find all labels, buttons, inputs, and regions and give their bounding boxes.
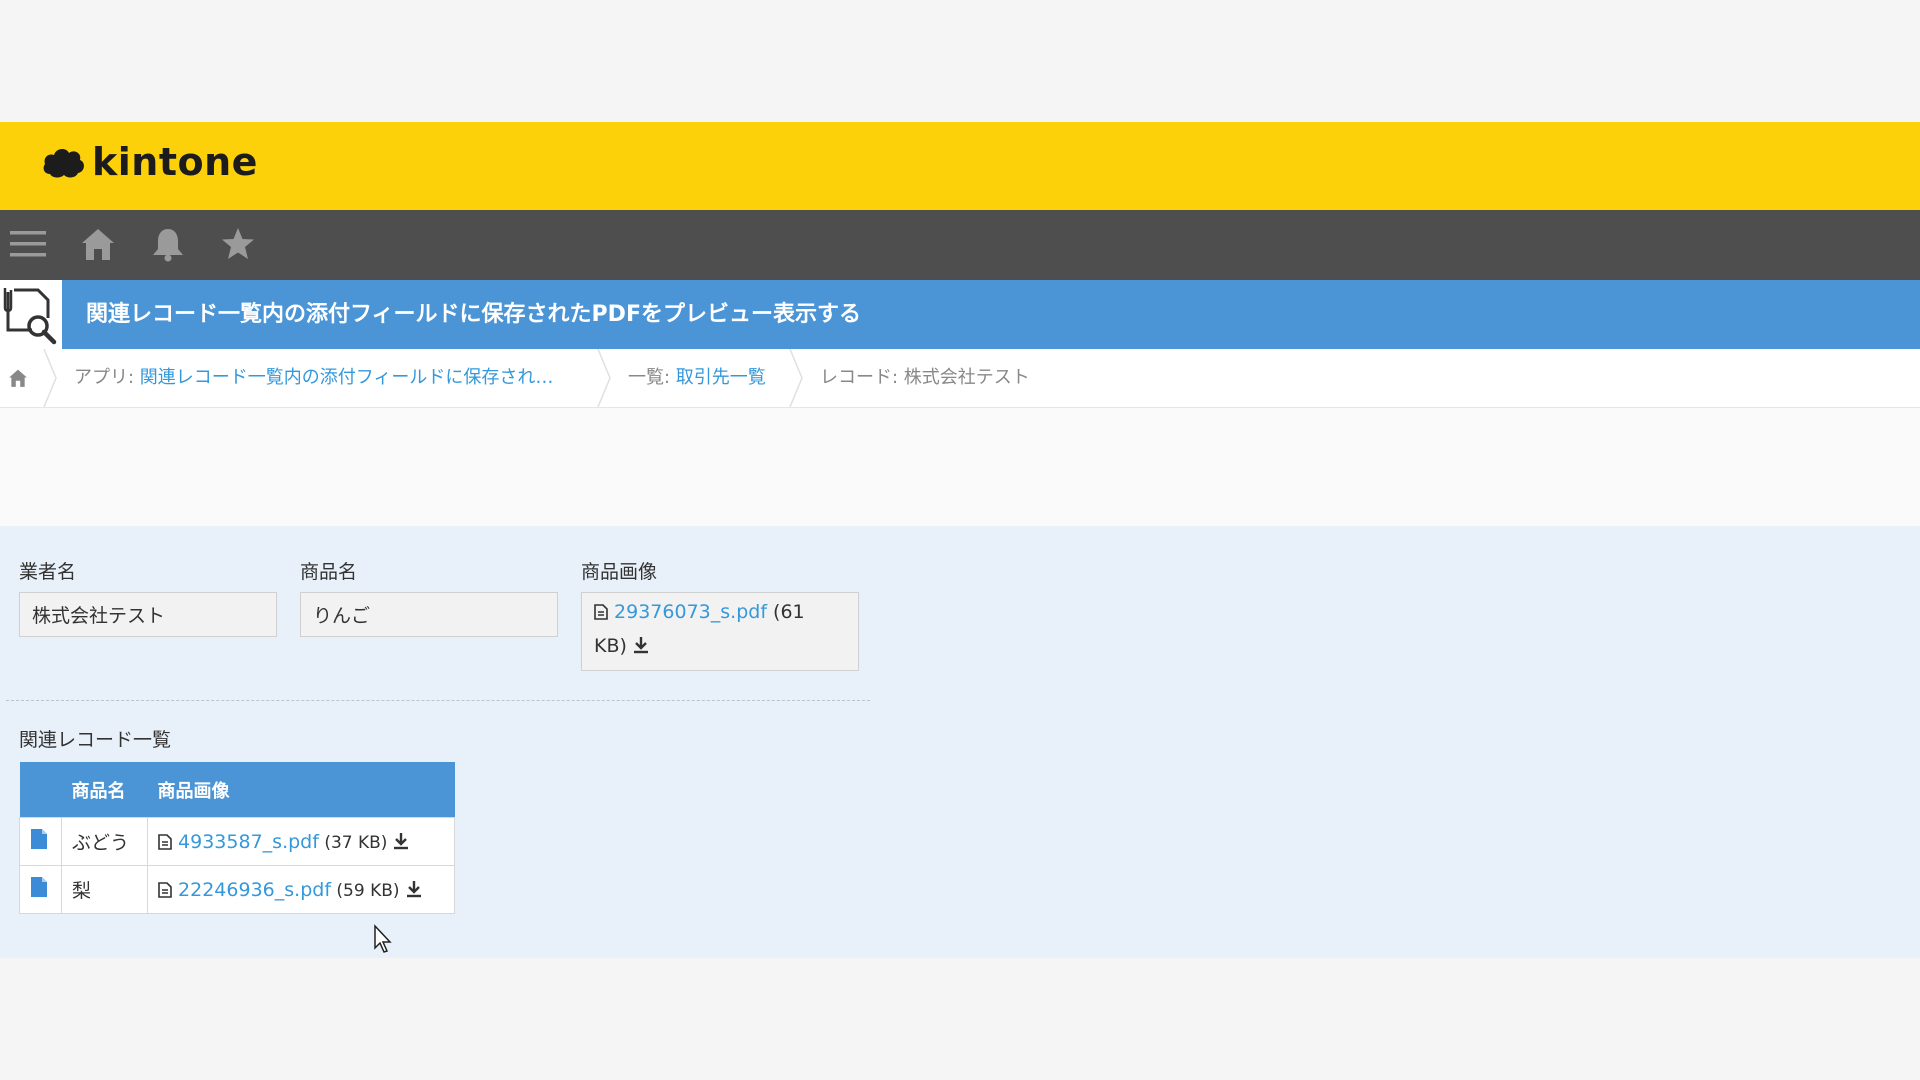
related-product-name: 梨 <box>61 865 148 914</box>
image-file-link[interactable]: 29376073_s.pdf <box>614 601 767 623</box>
page-footer-area <box>0 958 1920 1080</box>
kintone-logo[interactable]: kintone <box>42 140 258 184</box>
bell-icon[interactable] <box>146 222 190 266</box>
breadcrumb-home-icon[interactable] <box>8 349 28 407</box>
section-divider <box>6 700 870 701</box>
breadcrumb-separator-icon <box>597 349 611 407</box>
image-file-size-unit: KB) <box>594 635 627 657</box>
breadcrumb-app-link[interactable]: 関連レコード一覧内の添付フィールドに保存され… <box>140 367 554 388</box>
breadcrumb-separator-icon <box>43 349 57 407</box>
home-icon[interactable] <box>76 222 120 266</box>
image-field-label: 商品画像 <box>581 561 658 583</box>
file-icon <box>594 604 608 620</box>
breadcrumb-list-prefix: 一覧: <box>628 367 676 388</box>
related-file-link[interactable]: 4933587_s.pdf <box>178 831 319 853</box>
global-nav-bar <box>0 210 1920 280</box>
record-detail-link[interactable] <box>19 865 62 914</box>
download-icon[interactable] <box>406 880 422 898</box>
file-icon <box>158 881 172 898</box>
vendor-field-label: 業者名 <box>19 561 77 583</box>
related-col-product-header: 商品名 <box>61 762 148 818</box>
breadcrumb-list: 一覧: 取引先一覧 <box>628 349 766 407</box>
breadcrumb-app: アプリ: 関連レコード一覧内の添付フィールドに保存され… <box>74 349 553 407</box>
related-records-table: 商品名 商品画像 ぶどう 4933587_s.pdf (37 KB) 梨 222… <box>19 762 455 914</box>
breadcrumb-record: レコード: 株式会社テスト <box>820 367 1030 388</box>
brand-name: kintone <box>92 140 258 184</box>
related-image-cell: 4933587_s.pdf (37 KB) <box>147 817 455 866</box>
download-icon[interactable] <box>393 832 409 850</box>
breadcrumb-separator-icon <box>789 349 803 407</box>
kintone-cloud-logo-icon <box>43 149 84 178</box>
menu-icon[interactable] <box>6 222 50 266</box>
image-field-value: 29376073_s.pdf (61 KB) <box>581 592 859 671</box>
related-file-link[interactable]: 22246936_s.pdf <box>178 879 331 901</box>
record-detail-link[interactable] <box>19 817 62 866</box>
document-icon <box>31 877 47 897</box>
record-toolbar-area <box>0 408 1920 526</box>
product-field-label: 商品名 <box>300 561 358 583</box>
related-file-size: (59 KB) <box>331 880 400 901</box>
table-row: 梨 22246936_s.pdf (59 KB) <box>19 865 455 914</box>
app-title: 関連レコード一覧内の添付フィールドに保存されたPDFをプレビュー表示する <box>86 302 861 327</box>
table-row: ぶどう 4933587_s.pdf (37 KB) <box>19 817 455 866</box>
mouse-cursor-icon <box>374 924 392 953</box>
image-file-size: (61 <box>767 601 805 623</box>
related-col-icon-header <box>19 762 62 818</box>
related-table-header-row: 商品名 商品画像 <box>19 762 455 818</box>
breadcrumb-list-link[interactable]: 取引先一覧 <box>676 367 766 388</box>
related-product-name: ぶどう <box>61 817 148 866</box>
product-field-value: りんご <box>300 592 558 637</box>
star-icon[interactable] <box>216 222 260 266</box>
related-file-size: (37 KB) <box>318 832 388 853</box>
related-image-cell: 22246936_s.pdf (59 KB) <box>147 865 455 914</box>
vendor-field-value: 株式会社テスト <box>19 592 277 637</box>
related-records-label: 関連レコード一覧 <box>19 729 172 751</box>
download-icon[interactable] <box>633 636 649 654</box>
kintone-header-bar <box>0 122 1920 210</box>
attachment-search-app-icon <box>0 280 62 349</box>
document-icon <box>31 829 47 849</box>
breadcrumb-app-prefix: アプリ: <box>74 367 140 388</box>
related-col-image-header: 商品画像 <box>147 762 455 818</box>
file-icon <box>158 833 172 850</box>
